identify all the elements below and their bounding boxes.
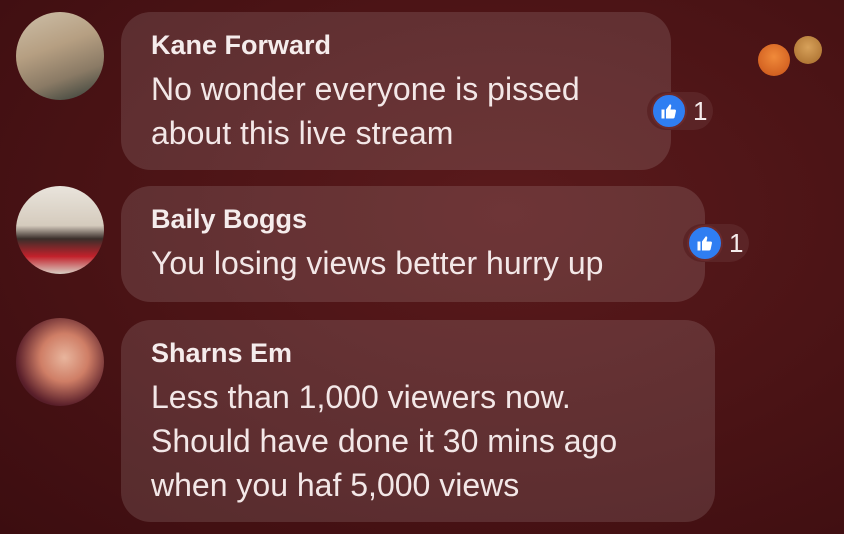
comment-author[interactable]: Sharns Em — [151, 338, 685, 369]
comment-bubble[interactable]: Sharns Em Less than 1,000 viewers now. S… — [121, 320, 715, 522]
comment-text: You losing views better hurry up — [151, 245, 604, 281]
avatar[interactable] — [16, 186, 104, 274]
thumbs-up-icon — [651, 93, 687, 129]
avatar[interactable] — [16, 318, 104, 406]
comment-bubble[interactable]: Kane Forward No wonder everyone is pisse… — [121, 12, 671, 170]
sad-face-icon — [794, 36, 822, 64]
avatar[interactable] — [16, 12, 104, 100]
thumbs-up-icon — [687, 225, 723, 261]
angry-face-icon — [758, 44, 790, 76]
reaction-count: 1 — [693, 95, 708, 126]
comment-author[interactable]: Baily Boggs — [151, 204, 675, 235]
reaction-badge[interactable]: 1 — [647, 92, 714, 130]
comment-author[interactable]: Kane Forward — [151, 30, 641, 61]
reaction-count: 1 — [729, 227, 744, 258]
comment-text: Less than 1,000 viewers now. Should have… — [151, 379, 618, 503]
comment-text: No wonder everyone is pissed about this … — [151, 71, 580, 151]
reaction-badge[interactable]: 1 — [683, 224, 750, 262]
comment-bubble[interactable]: Baily Boggs You losing views better hurr… — [121, 186, 705, 302]
